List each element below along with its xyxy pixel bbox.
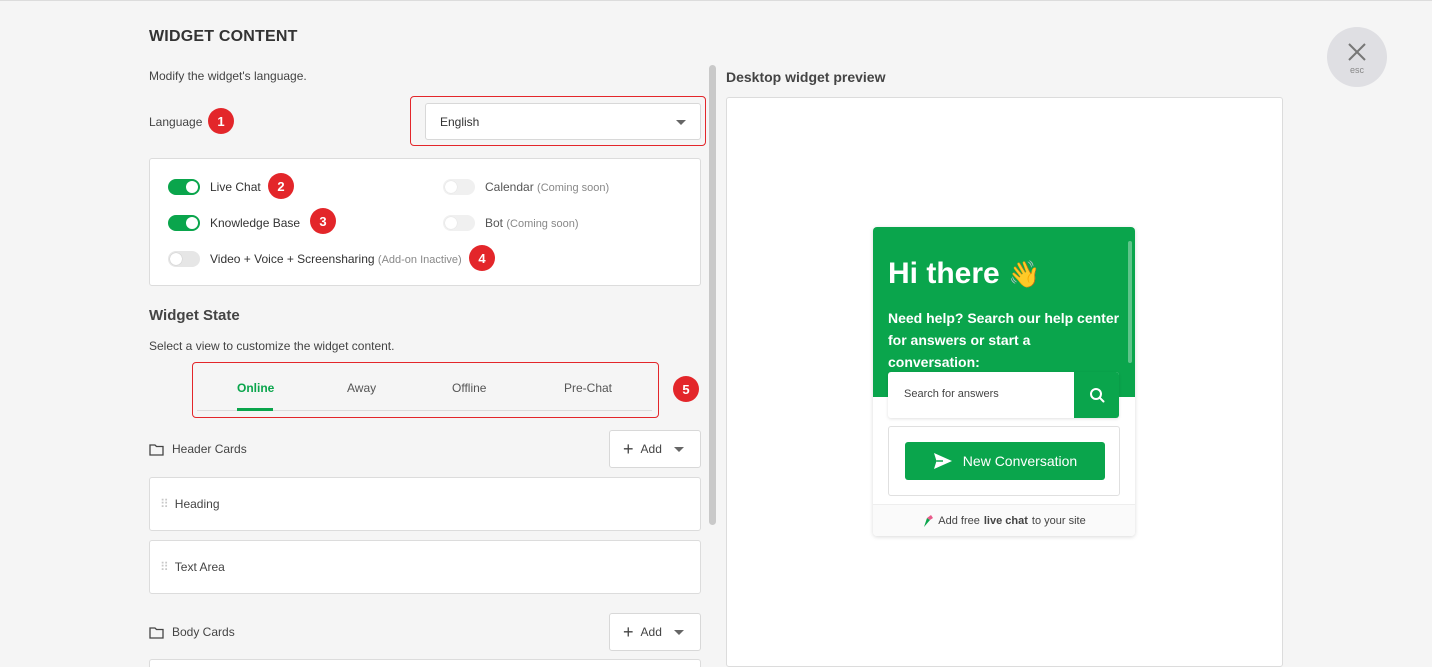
bot-toggle[interactable] xyxy=(443,215,475,231)
plus-icon: + xyxy=(623,438,634,459)
annotation-badge-1: 1 xyxy=(208,108,234,134)
knowledge-base-label: Knowledge Base xyxy=(210,216,301,230)
language-select[interactable]: English xyxy=(425,103,701,140)
widget-footer[interactable]: Add free live chat to your site xyxy=(873,504,1135,536)
widget-greeting: Hi there 👋 xyxy=(888,257,1041,290)
chat-widget-preview: Hi there 👋 Need help? Search our help ce… xyxy=(873,227,1135,536)
widget-search-input[interactable]: Search for answers xyxy=(904,388,999,400)
knowledge-base-toggle[interactable] xyxy=(168,215,200,231)
folder-icon xyxy=(149,443,164,456)
widget-scrollbar xyxy=(1128,241,1132,363)
calendar-toggle[interactable] xyxy=(443,179,475,195)
active-tab-indicator xyxy=(237,408,273,411)
folder-icon xyxy=(149,626,164,639)
card-heading[interactable]: ⠿ Heading xyxy=(149,477,701,531)
brand-logo-icon xyxy=(924,514,934,527)
widget-search-button[interactable] xyxy=(1074,372,1119,418)
card-heading-label: Heading xyxy=(174,497,220,511)
caret-down-icon xyxy=(676,120,686,125)
card-text-area-label: Text Area xyxy=(174,560,225,574)
search-icon xyxy=(1089,388,1104,403)
caret-down-icon xyxy=(673,446,684,452)
body-cards-section: Body Cards xyxy=(149,625,235,639)
video-voice-label: Video + Voice + Screensharing (Add-on In… xyxy=(210,252,462,266)
footer-bold: live chat xyxy=(983,514,1028,527)
card-text-area[interactable]: ⠿ Text Area xyxy=(149,540,701,594)
language-label: Language xyxy=(149,115,203,129)
footer-prefix: Add free xyxy=(938,514,980,527)
annotation-badge-4: 4 xyxy=(469,245,495,271)
body-cards-add-button[interactable]: + Add xyxy=(609,613,701,651)
tab-away[interactable]: Away xyxy=(347,381,376,395)
page-subtitle: Modify the widget's language. xyxy=(149,69,307,83)
widget-state-subtitle: Select a view to customize the widget co… xyxy=(149,339,395,353)
bot-label: Bot (Coming soon) xyxy=(485,216,579,230)
preview-title: Desktop widget preview xyxy=(726,69,886,85)
new-conversation-card: New Conversation xyxy=(888,426,1120,496)
calendar-label: Calendar (Coming soon) xyxy=(485,180,610,194)
annotation-badge-2: 2 xyxy=(268,173,294,199)
tab-online[interactable]: Online xyxy=(237,381,274,395)
header-cards-add-button[interactable]: + Add xyxy=(609,430,701,468)
header-cards-label: Header Cards xyxy=(172,442,247,456)
drag-handle-icon[interactable]: ⠿ xyxy=(160,498,169,510)
caret-down-icon xyxy=(673,629,684,635)
body-card-partial xyxy=(149,659,701,667)
tab-offline[interactable]: Offline xyxy=(452,381,486,395)
top-divider xyxy=(0,0,1432,1)
footer-suffix: to your site xyxy=(1031,514,1086,527)
body-cards-label: Body Cards xyxy=(172,625,235,639)
widget-state-title: Widget State xyxy=(149,307,240,324)
new-conversation-button[interactable]: New Conversation xyxy=(905,442,1105,480)
send-icon xyxy=(933,453,952,469)
live-chat-toggle[interactable] xyxy=(168,179,200,195)
annotation-badge-3: 3 xyxy=(310,208,336,234)
widget-search[interactable]: Search for answers xyxy=(888,372,1119,418)
header-cards-section: Header Cards xyxy=(149,442,247,456)
add-label: Add xyxy=(640,442,662,456)
new-conversation-label: New Conversation xyxy=(962,453,1078,469)
plus-icon: + xyxy=(623,621,634,642)
live-chat-label: Live Chat xyxy=(210,180,261,194)
esc-label: esc xyxy=(1349,65,1364,75)
widget-intro: Need help? Search our help center for an… xyxy=(888,310,1120,370)
page-title: WIDGET CONTENT xyxy=(149,28,298,45)
add-label: Add xyxy=(640,625,662,639)
language-select-value: English xyxy=(440,114,480,129)
annotation-badge-5: 5 xyxy=(673,376,699,402)
waving-hand-icon: 👋 xyxy=(1008,259,1041,289)
video-voice-toggle[interactable] xyxy=(168,251,200,267)
tab-pre-chat[interactable]: Pre-Chat xyxy=(564,381,612,395)
drag-handle-icon[interactable]: ⠿ xyxy=(160,561,169,573)
close-button[interactable]: esc xyxy=(1327,27,1387,87)
settings-scrollbar[interactable] xyxy=(709,65,716,525)
